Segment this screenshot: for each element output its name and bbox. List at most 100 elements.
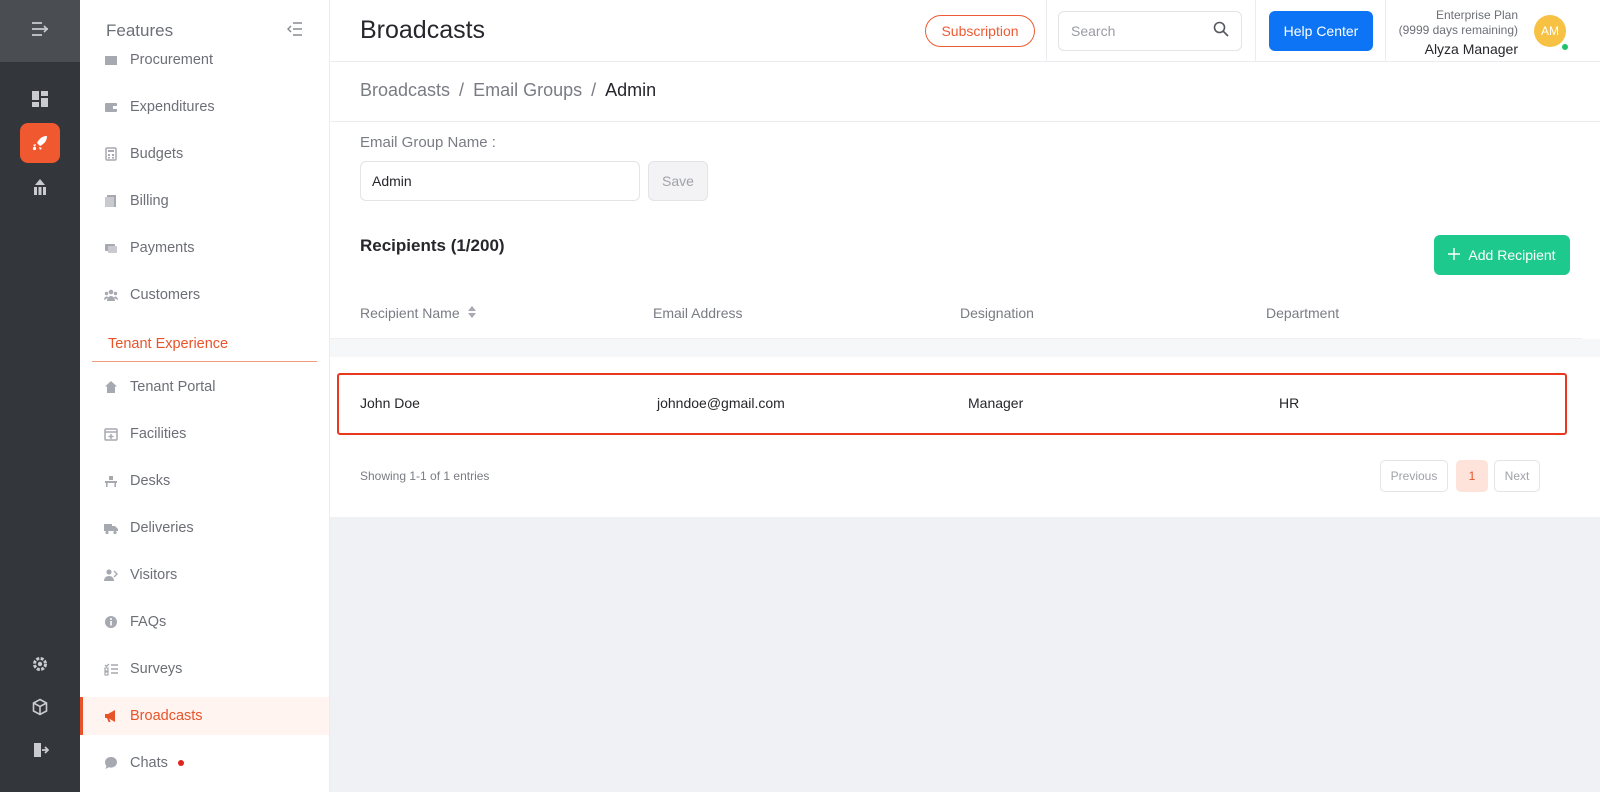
breadcrumb-separator: /	[459, 80, 465, 100]
card-icon	[104, 241, 118, 255]
email-group-card: Broadcasts / Email Groups / Admin Email …	[330, 62, 1600, 517]
search-input[interactable]	[1071, 23, 1201, 39]
sidebar-item-label: Deliveries	[130, 520, 194, 536]
plan-name: Enterprise Plan	[1435, 8, 1518, 22]
sidebar-item-label: Chats	[130, 755, 168, 771]
sidebar-item-label: Budgets	[130, 146, 184, 162]
sidebar-item-procurement[interactable]: Procurement	[80, 41, 329, 79]
column-label: Recipient Name	[360, 305, 460, 321]
save-button[interactable]: Save	[648, 161, 708, 201]
user-name: Alyza Manager	[1424, 41, 1518, 57]
sidebar-item-label: Broadcasts	[130, 708, 203, 724]
breadcrumb-separator: /	[591, 80, 597, 100]
sidebar-item-desks[interactable]: Desks	[80, 462, 329, 500]
sidebar-item-label: Payments	[130, 240, 195, 256]
users-icon	[104, 288, 118, 302]
sidebar-item-expenditures[interactable]: Expenditures	[80, 88, 329, 126]
cell-designation: Manager	[968, 395, 1024, 411]
logout-icon[interactable]	[20, 730, 60, 770]
sidebar-item-label: Billing	[130, 193, 169, 209]
collapse-sidebar-icon[interactable]	[286, 21, 303, 41]
wallet-icon	[104, 100, 118, 114]
email-group-name-input[interactable]	[360, 161, 640, 201]
sidebar-item-label: Desks	[130, 473, 171, 489]
gear-icon[interactable]	[20, 644, 60, 684]
entries-count: Showing 1-1 of 1 entries	[360, 469, 490, 483]
help-center-button[interactable]: Help Center	[1269, 11, 1373, 51]
truck-icon	[104, 521, 118, 535]
sidebar-item-customers[interactable]: Customers	[80, 276, 329, 314]
sidebar-item-tenant-portal[interactable]: Tenant Portal	[80, 368, 329, 406]
sidebar-item-label: Tenant Portal	[130, 379, 216, 395]
icon-rail	[0, 0, 80, 792]
cell-email-address: johndoe@gmail.com	[657, 395, 785, 411]
unread-dot	[177, 760, 184, 766]
sidebar-item-label: Expenditures	[130, 99, 215, 115]
previous-page-button[interactable]: Previous	[1380, 460, 1448, 492]
breadcrumb-email-groups[interactable]: Email Groups	[473, 80, 582, 101]
divider	[1385, 0, 1386, 62]
features-sidebar: Features Procurement Expenditures Budget…	[80, 0, 330, 792]
megaphone-icon	[104, 709, 118, 723]
expand-menu-icon[interactable]	[31, 21, 49, 42]
subscription-button[interactable]: Subscription	[925, 15, 1035, 47]
info-icon	[104, 615, 118, 629]
sidebar-item-payments[interactable]: Payments	[80, 229, 329, 267]
desk-icon	[104, 474, 118, 488]
main-content: Broadcasts / Email Groups / Admin Email …	[330, 62, 1600, 792]
recipients-title: Recipients (1/200)	[360, 236, 505, 255]
sidebar-item-broadcasts[interactable]: Broadcasts	[80, 697, 329, 735]
column-department: Department	[1266, 305, 1340, 321]
invoice-icon	[104, 194, 118, 208]
breadcrumb-broadcasts[interactable]: Broadcasts	[360, 80, 450, 101]
divider	[1046, 0, 1047, 62]
top-bar: Broadcasts Subscription Help Center Ente…	[330, 0, 1600, 62]
sidebar-section-tenant-experience: Tenant Experience	[92, 326, 317, 362]
sidebar-item-facilities[interactable]: Facilities	[80, 415, 329, 453]
sidebar-item-label: Visitors	[130, 567, 178, 583]
analytics-icon[interactable]	[20, 167, 60, 207]
procurement-icon	[104, 53, 118, 67]
sidebar-item-visitors[interactable]: Visitors	[80, 556, 329, 594]
calendar-plus-icon	[104, 427, 118, 441]
table-header: Recipient Name Email Address Designation…	[330, 287, 1582, 339]
rocket-icon[interactable]	[20, 123, 60, 163]
cell-recipient-name: John Doe	[360, 395, 420, 411]
sidebar-item-label: FAQs	[130, 614, 167, 630]
page-title: Broadcasts	[360, 16, 486, 44]
column-recipient-name[interactable]: Recipient Name	[360, 305, 476, 321]
cube-icon[interactable]	[20, 687, 60, 727]
search-box[interactable]	[1058, 11, 1242, 51]
sidebar-item-surveys[interactable]: Surveys	[80, 650, 329, 688]
add-recipient-label: Add Recipient	[1468, 247, 1556, 263]
checklist-icon	[104, 662, 118, 676]
column-designation: Designation	[960, 305, 1034, 321]
calculator-icon	[104, 147, 118, 161]
sort-icon[interactable]	[467, 305, 476, 321]
next-page-button[interactable]: Next	[1494, 460, 1540, 492]
chat-icon	[104, 756, 118, 770]
table-spacer	[330, 339, 1600, 357]
table-row[interactable]: John Doe johndoe@gmail.com Manager HR	[337, 373, 1567, 435]
sidebar-title: Features	[106, 21, 174, 40]
online-status-indicator	[1560, 42, 1570, 52]
plan-info: Enterprise Plan (9999 days remaining) Al…	[1399, 8, 1518, 58]
column-email-address: Email Address	[653, 305, 743, 321]
dashboard-icon[interactable]	[20, 79, 60, 119]
cell-department: HR	[1279, 395, 1300, 411]
add-recipient-button[interactable]: Add Recipient	[1434, 235, 1570, 275]
sidebar-item-billing[interactable]: Billing	[80, 182, 329, 220]
page-1-button[interactable]: 1	[1456, 460, 1488, 492]
divider	[330, 121, 1600, 122]
plan-remaining: (9999 days remaining)	[1398, 23, 1518, 37]
sidebar-item-label: Facilities	[130, 426, 187, 442]
sidebar-item-budgets[interactable]: Budgets	[80, 135, 329, 173]
sidebar-item-deliveries[interactable]: Deliveries	[80, 509, 329, 547]
sidebar-item-label: Customers	[130, 287, 201, 303]
search-icon[interactable]	[1213, 21, 1229, 42]
breadcrumb: Broadcasts / Email Groups / Admin	[360, 80, 656, 101]
sidebar-item-label: Surveys	[130, 661, 183, 677]
sidebar-item-faqs[interactable]: FAQs	[80, 603, 329, 641]
home-icon	[104, 380, 118, 394]
sidebar-item-chats[interactable]: Chats	[80, 744, 329, 782]
